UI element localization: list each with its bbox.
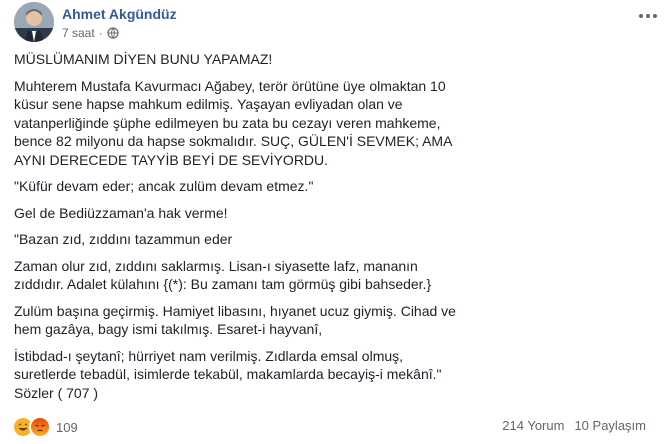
- post-paragraph-6: Zaman olur zıd, zıddını saklarmış. Lisan…: [14, 257, 432, 293]
- shares-count-link[interactable]: 10 Paylaşım: [574, 418, 646, 433]
- post-header: Ahmet Akgündüz 7 saat ·: [14, 2, 664, 46]
- reaction-count[interactable]: 109: [56, 420, 78, 435]
- author-name[interactable]: Ahmet Akgündüz: [62, 6, 177, 22]
- post-stats: 214 Yorum 10 Paylaşım: [502, 418, 646, 433]
- post-timestamp[interactable]: 7 saat: [62, 26, 95, 40]
- facebook-post: Ahmet Akgündüz 7 saat · MÜSLÜMANIM DİYEN…: [0, 0, 670, 444]
- post-paragraph-5: "Bazan zıd, zıddını tazammun eder: [14, 231, 233, 247]
- post-footer: 109 214 Yorum 10 Paylaşım: [0, 412, 670, 440]
- post-paragraph-3: "Küfür devam eder; ancak zulüm devam etm…: [14, 178, 314, 194]
- post-meta: 7 saat ·: [62, 26, 119, 40]
- avatar[interactable]: [14, 2, 54, 42]
- meta-separator: ·: [98, 26, 103, 40]
- comments-count-link[interactable]: 214 Yorum: [502, 418, 564, 433]
- post-paragraph-2: Muhterem Mustafa Kavurmacı Ağabey, terör…: [14, 77, 453, 168]
- post-paragraph-4: Gel de Bediüzzaman'a hak verme!: [14, 204, 228, 221]
- angry-icon: [29, 416, 51, 438]
- post-body: MÜSLÜMANIM DİYEN BUNU YAPAMAZ! Muhterem …: [14, 50, 464, 410]
- post-paragraph-7: Zulüm başına geçirmiş. Hamiyet libasını,…: [14, 302, 456, 338]
- globe-icon: [107, 27, 119, 39]
- reactions-summary[interactable]: 109: [12, 416, 78, 438]
- post-paragraph-1: MÜSLÜMANIM DİYEN BUNU YAPAMAZ!: [14, 51, 273, 67]
- more-options-icon[interactable]: [638, 6, 658, 24]
- post-paragraph-8: İstibdad-ı şeytanî; hürriyet nam verilmi…: [14, 347, 442, 401]
